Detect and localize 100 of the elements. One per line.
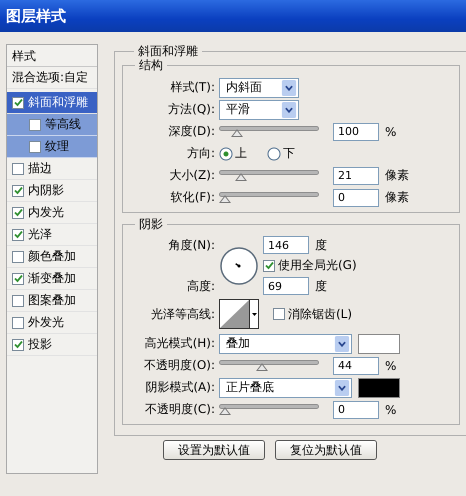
value-field[interactable]: 0 (333, 400, 379, 418)
list-item[interactable]: 纹理 (7, 136, 97, 158)
checkbox[interactable] (12, 206, 24, 218)
unit-label: 像素 (385, 189, 409, 206)
unit-label: % (385, 124, 396, 138)
checkbox-label: 消除锯齿(L) (288, 306, 352, 322)
field-label: 大小(Z): (168, 167, 215, 184)
item-label: 内发光 (28, 204, 64, 221)
item-label: 投影 (28, 336, 52, 353)
list-item[interactable]: 斜面和浮雕 (7, 92, 97, 114)
item-label: 内阴影 (28, 182, 64, 199)
slider[interactable] (219, 125, 319, 138)
contour-picker[interactable] (219, 299, 259, 329)
item-label: 纹理 (45, 138, 69, 155)
dropdown[interactable]: 正片叠底 (219, 378, 352, 398)
unit-label: 像素 (385, 167, 409, 184)
checkbox[interactable] (263, 260, 275, 272)
item-label: 光泽 (28, 226, 52, 243)
field-label: 角度(N): (168, 236, 215, 254)
slider-thumb[interactable] (231, 129, 244, 137)
checkbox[interactable] (12, 162, 24, 174)
value-field[interactable]: 44 (333, 356, 379, 374)
unit-label: 度 (315, 236, 327, 254)
field-label: 不透明度(C): (144, 401, 215, 418)
group-title: 结构 (138, 58, 164, 72)
list-item[interactable]: 外发光 (7, 312, 97, 334)
default-button[interactable]: 设置为默认值 (163, 440, 265, 460)
field-label: 样式(T): (169, 79, 215, 96)
field-label: 方法(Q): (167, 101, 215, 118)
checkbox[interactable] (12, 338, 24, 350)
slider[interactable] (219, 403, 319, 416)
checkbox[interactable] (12, 228, 24, 240)
checkbox[interactable] (29, 118, 41, 130)
slider-thumb[interactable] (234, 173, 247, 181)
unit-label: % (385, 358, 396, 372)
field-label: 高光模式(H): (144, 335, 215, 352)
radio-icon[interactable] (267, 146, 281, 160)
field-label: 软化(F): (170, 189, 215, 206)
caret-icon (334, 380, 350, 396)
list-item[interactable]: 投影 (7, 334, 97, 356)
checkbox[interactable] (12, 250, 24, 262)
checkbox[interactable] (12, 184, 24, 196)
checkbox[interactable] (12, 96, 24, 108)
list-item[interactable]: 光泽 (7, 224, 97, 246)
item-label: 颜色叠加 (28, 248, 76, 265)
caret-icon (334, 336, 350, 352)
value-field[interactable]: 146 (263, 236, 309, 254)
item-label: 等高线 (45, 116, 81, 133)
list-item[interactable]: 内发光 (7, 202, 97, 224)
item-label: 图案叠加 (28, 292, 76, 309)
field-label: 阴影模式(A): (144, 379, 215, 396)
group-title: 阴影 (138, 217, 164, 231)
value-field[interactable]: 21 (333, 166, 379, 184)
value-field[interactable]: 69 (263, 277, 309, 295)
checkbox[interactable] (12, 294, 24, 306)
item-label: 外发光 (28, 314, 64, 331)
field-label: 方向: (186, 145, 215, 162)
default-button[interactable]: 复位为默认值 (275, 440, 377, 460)
list-item[interactable]: 混合选项:自定 (7, 67, 97, 89)
value-field[interactable]: 0 (333, 188, 379, 206)
radio-icon[interactable] (219, 146, 233, 160)
item-label: 渐变叠加 (28, 270, 76, 287)
list-item[interactable]: 渐变叠加 (7, 268, 97, 290)
checkbox[interactable] (12, 272, 24, 284)
dropdown[interactable]: 内斜面 (219, 78, 299, 98)
slider[interactable] (219, 191, 319, 204)
list-item[interactable]: 描边 (7, 158, 97, 180)
checkbox[interactable] (29, 140, 41, 152)
caret-icon (281, 80, 297, 96)
color-swatch[interactable] (358, 334, 400, 354)
list-item[interactable]: 等高线 (7, 114, 97, 136)
color-swatch[interactable] (358, 378, 400, 398)
item-label: 描边 (28, 160, 52, 177)
checkbox[interactable] (12, 316, 24, 328)
radio-option[interactable]: 上 (219, 145, 247, 162)
dropdown[interactable]: 平滑 (219, 100, 299, 120)
slider-thumb[interactable] (219, 407, 231, 415)
caret-icon (281, 102, 297, 118)
list-header: 样式 (12, 49, 36, 63)
slider[interactable] (219, 169, 319, 182)
section-title: 斜面和浮雕 (137, 44, 199, 58)
unit-label: % (385, 402, 396, 416)
list-item[interactable]: 内阴影 (7, 180, 97, 202)
slider-thumb[interactable] (219, 195, 231, 203)
list-item[interactable]: 图案叠加 (7, 290, 97, 312)
caret-icon (252, 312, 256, 316)
field-label: 不透明度(O): (143, 357, 215, 374)
radio-option[interactable]: 下 (267, 145, 295, 162)
list-item[interactable]: 颜色叠加 (7, 246, 97, 268)
field-label: 深度(D): (167, 123, 215, 140)
slider-thumb[interactable] (256, 363, 268, 371)
dropdown[interactable]: 叠加 (219, 334, 352, 354)
value-field[interactable]: 100 (333, 122, 379, 140)
angle-dial[interactable] (219, 246, 259, 286)
checkbox[interactable] (273, 308, 285, 320)
field-label: 光泽等高线: (150, 306, 215, 322)
slider[interactable] (219, 359, 319, 372)
window-title: 图层样式 (6, 6, 66, 26)
field-label: 高度: (186, 278, 215, 294)
contour-icon (220, 300, 249, 328)
